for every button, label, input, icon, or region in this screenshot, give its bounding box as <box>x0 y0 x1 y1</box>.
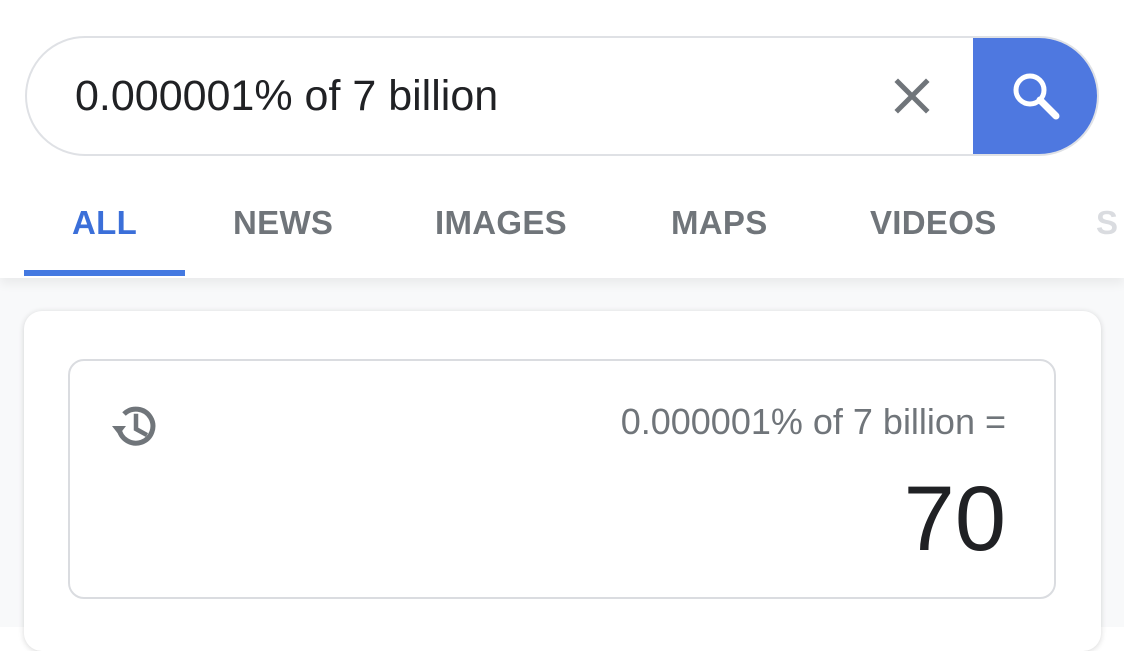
search-icon <box>1013 73 1060 120</box>
active-tab-indicator <box>24 270 185 276</box>
close-icon <box>894 78 930 114</box>
tab-shopping[interactable]: S <box>1096 204 1118 242</box>
search-button[interactable] <box>973 38 1097 154</box>
calculator-display: 0.000001% of 7 billion = 70 <box>68 359 1056 599</box>
calculator-result: 70 <box>903 468 1006 570</box>
tab-maps[interactable]: MAPS <box>671 204 768 242</box>
history-button[interactable] <box>104 395 166 457</box>
history-icon <box>112 406 156 446</box>
tab-videos[interactable]: VIDEOS <box>870 204 997 242</box>
tab-all[interactable]: ALL <box>72 204 137 242</box>
search-input[interactable] <box>75 38 855 154</box>
clear-search-button[interactable] <box>882 66 942 126</box>
tab-images[interactable]: IMAGES <box>435 204 567 242</box>
search-tabs: ALL NEWS IMAGES MAPS VIDEOS S <box>0 180 1124 278</box>
search-header: ALL NEWS IMAGES MAPS VIDEOS S <box>0 0 1124 278</box>
calculator-card: 0.000001% of 7 billion = 70 <box>24 311 1101 651</box>
tab-news[interactable]: NEWS <box>233 204 333 242</box>
search-bar <box>25 36 1099 156</box>
calculator-expression: 0.000001% of 7 billion = <box>620 401 1006 442</box>
